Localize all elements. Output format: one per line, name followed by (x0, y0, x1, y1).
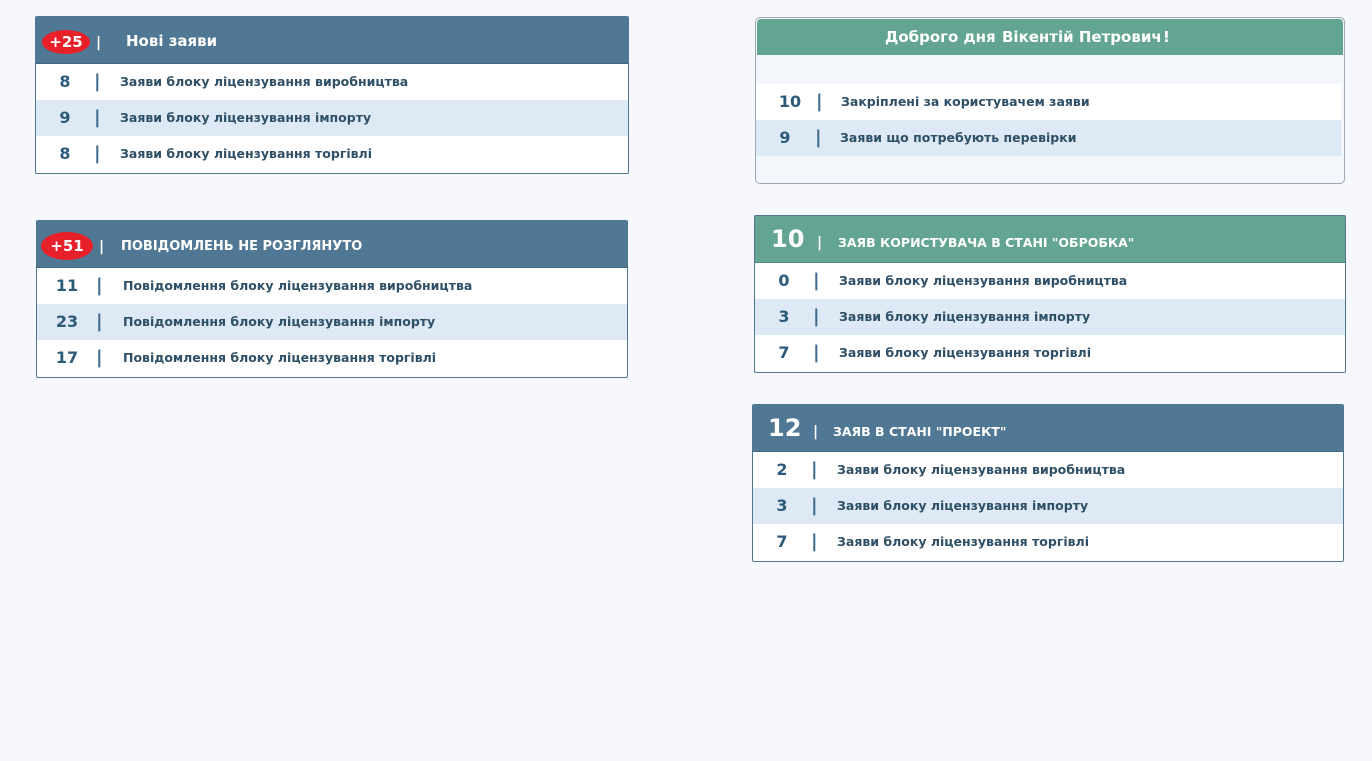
header-separator: | (817, 235, 823, 251)
messages-title: ПОВІДОМЛЕНЬ НЕ РОЗГЛЯНУТО (121, 239, 363, 254)
list-item[interactable]: 23 | Повідомлення блоку ліцензування імп… (37, 304, 627, 340)
new-applications-badge: +25 (42, 30, 90, 54)
row-separator: | (96, 275, 103, 296)
row-count: 11 (55, 276, 79, 295)
row-count: 9 (779, 128, 791, 147)
row-count: 2 (776, 460, 788, 479)
greeting-exclamation: ! (1163, 28, 1170, 46)
processing-header[interactable]: 10 | ЗАЯВ КОРИСТУВАЧА В СТАНІ "ОБРОБКА" (755, 216, 1345, 263)
list-item[interactable]: 2 | Заяви блоку ліцензування виробництва (753, 452, 1343, 488)
list-item[interactable]: 0 | Заяви блоку ліцензування виробництва (755, 263, 1345, 299)
row-label[interactable]: Повідомлення блоку ліцензування виробниц… (123, 268, 472, 304)
processing-title: ЗАЯВ КОРИСТУВАЧА В СТАНІ "ОБРОБКА" (838, 235, 1135, 250)
row-label[interactable]: Заяви блоку ліцензування імпорту (837, 488, 1088, 524)
row-label[interactable]: Повідомлення блоку ліцензування торгівлі (123, 340, 436, 376)
project-count: 12 (768, 414, 802, 442)
row-separator: | (811, 495, 818, 516)
row-count: 23 (55, 312, 79, 331)
greeting-rows: 10 | Закріплені за користувачем заяви 9 … (756, 84, 1341, 156)
row-count: 3 (778, 307, 790, 326)
greeting-text: Доброго дня (885, 28, 996, 46)
row-label[interactable]: Заяви блоку ліцензування виробництва (837, 452, 1125, 488)
row-count: 8 (59, 144, 71, 163)
user-name: Вікентій Петрович (1002, 28, 1162, 46)
list-item[interactable]: 9 | Заяви що потребують перевірки (756, 120, 1341, 156)
row-label[interactable]: Заяви блоку ліцензування торгівлі (839, 335, 1091, 371)
greeting-header: Доброго дня Вікентій Петрович ! (757, 19, 1343, 55)
row-count: 0 (778, 271, 790, 290)
project-title: ЗАЯВ В СТАНІ "ПРОЕКТ" (833, 424, 1007, 439)
row-separator: | (816, 91, 823, 112)
row-count: 7 (776, 532, 788, 551)
list-item[interactable]: 8 | Заяви блоку ліцензування виробництва (36, 64, 628, 100)
row-label[interactable]: Закріплені за користувачем заяви (841, 84, 1090, 120)
new-applications-header[interactable]: +25 | Нові заяви (36, 17, 628, 64)
row-label[interactable]: Заяви блоку ліцензування торгівлі (120, 136, 372, 172)
new-applications-panel: +25 | Нові заяви 8 | Заяви блоку ліцензу… (35, 16, 629, 174)
project-panel: 12 | ЗАЯВ В СТАНІ "ПРОЕКТ" 2 | Заяви бло… (752, 404, 1344, 562)
row-separator: | (811, 531, 818, 552)
header-separator: | (99, 239, 105, 255)
row-separator: | (94, 107, 101, 128)
list-item[interactable]: 3 | Заяви блоку ліцензування імпорту (753, 488, 1343, 524)
messages-badge: +51 (41, 232, 93, 260)
row-label[interactable]: Повідомлення блоку ліцензування імпорту (123, 304, 435, 340)
processing-panel: 10 | ЗАЯВ КОРИСТУВАЧА В СТАНІ "ОБРОБКА" … (754, 215, 1346, 373)
row-label[interactable]: Заяви блоку ліцензування торгівлі (837, 524, 1089, 560)
new-applications-title: Нові заяви (126, 32, 218, 50)
row-separator: | (94, 71, 101, 92)
row-count: 10 (778, 92, 802, 111)
row-label[interactable]: Заяви що потребують перевірки (840, 120, 1076, 156)
list-item[interactable]: 17 | Повідомлення блоку ліцензування тор… (37, 340, 627, 376)
list-item[interactable]: 3 | Заяви блоку ліцензування імпорту (755, 299, 1345, 335)
list-item[interactable]: 10 | Закріплені за користувачем заяви (756, 84, 1341, 120)
list-item[interactable]: 8 | Заяви блоку ліцензування торгівлі (36, 136, 628, 172)
row-count: 7 (778, 343, 790, 362)
messages-panel: +51 | ПОВІДОМЛЕНЬ НЕ РОЗГЛЯНУТО 11 | Пов… (36, 220, 628, 378)
project-header[interactable]: 12 | ЗАЯВ В СТАНІ "ПРОЕКТ" (753, 405, 1343, 452)
row-separator: | (811, 459, 818, 480)
list-item[interactable]: 7 | Заяви блоку ліцензування торгівлі (755, 335, 1345, 371)
list-item[interactable]: 7 | Заяви блоку ліцензування торгівлі (753, 524, 1343, 560)
row-count: 8 (59, 72, 71, 91)
row-separator: | (94, 143, 101, 164)
row-label[interactable]: Заяви блоку ліцензування виробництва (839, 263, 1127, 299)
row-count: 3 (776, 496, 788, 515)
row-separator: | (813, 342, 820, 363)
row-separator: | (813, 306, 820, 327)
greeting-panel: Доброго дня Вікентій Петрович ! 10 | Зак… (755, 17, 1345, 184)
row-label[interactable]: Заяви блоку ліцензування виробництва (120, 64, 408, 100)
row-label[interactable]: Заяви блоку ліцензування імпорту (120, 100, 371, 136)
list-item[interactable]: 11 | Повідомлення блоку ліцензування вир… (37, 268, 627, 304)
row-separator: | (96, 311, 103, 332)
header-separator: | (96, 35, 102, 51)
row-count: 9 (59, 108, 71, 127)
list-item[interactable]: 9 | Заяви блоку ліцензування імпорту (36, 100, 628, 136)
header-separator: | (813, 424, 819, 440)
row-separator: | (813, 270, 820, 291)
row-label[interactable]: Заяви блоку ліцензування імпорту (839, 299, 1090, 335)
row-count: 17 (55, 348, 79, 367)
row-separator: | (96, 347, 103, 368)
messages-header[interactable]: +51 | ПОВІДОМЛЕНЬ НЕ РОЗГЛЯНУТО (37, 221, 627, 268)
processing-count: 10 (771, 225, 805, 253)
row-separator: | (815, 127, 822, 148)
